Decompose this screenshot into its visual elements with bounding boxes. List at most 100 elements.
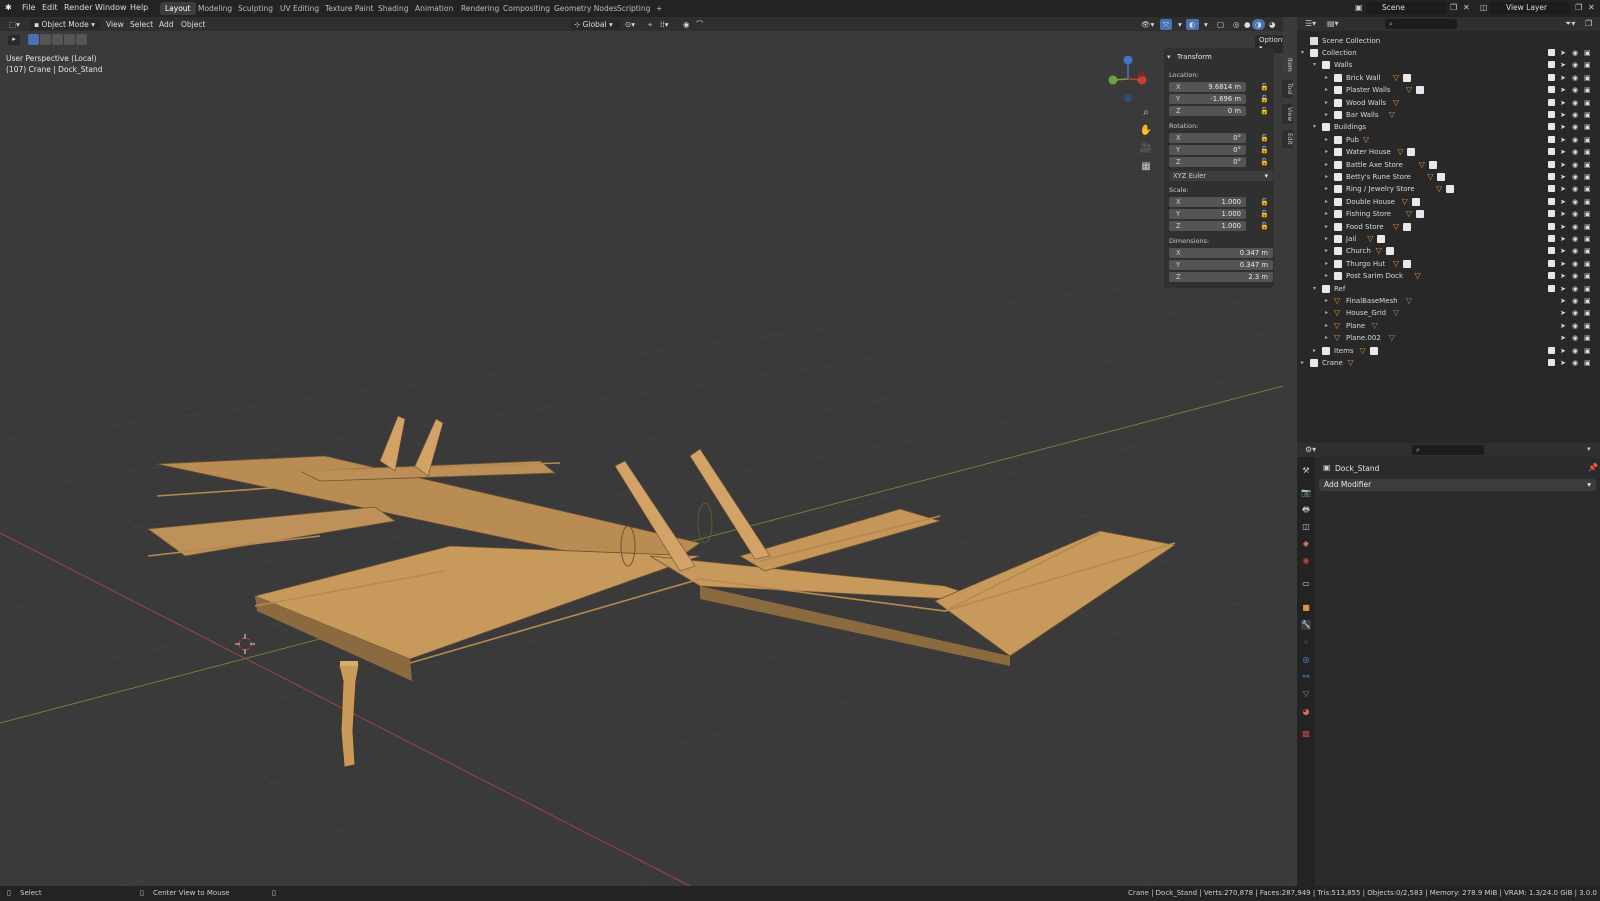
menu-edit[interactable]: Edit [42, 3, 58, 12]
selectable-icon[interactable]: ➤ [1560, 159, 1566, 171]
eye-icon[interactable]: ◉ [1572, 84, 1578, 96]
render-camera-icon[interactable]: ▣ [1584, 47, 1591, 59]
render-camera-icon[interactable]: ▣ [1584, 320, 1591, 332]
modifier-tab-icon[interactable]: 🔧 [1301, 620, 1311, 630]
expand-arrow-icon[interactable]: ▸ [1301, 357, 1304, 369]
eye-icon[interactable]: ◉ [1572, 72, 1578, 84]
pan-hand-icon[interactable]: ✋ [1139, 124, 1153, 138]
render-camera-icon[interactable]: ▣ [1584, 171, 1591, 183]
render-camera-icon[interactable]: ▣ [1584, 121, 1591, 133]
particles-tab-icon[interactable]: ⁘ [1301, 638, 1311, 648]
exclude-checkbox[interactable] [1548, 272, 1555, 280]
view-layer-field[interactable]: View Layer [1490, 2, 1570, 14]
menu-add[interactable]: Add [156, 19, 177, 30]
selectable-icon[interactable]: ➤ [1560, 221, 1566, 233]
expand-arrow-icon[interactable]: ▸ [1313, 345, 1316, 357]
outliner-collection-row[interactable]: ▸ Battle Axe Store ▽ ➤ ◉ ▣ [1297, 159, 1600, 171]
render-camera-icon[interactable]: ▣ [1584, 208, 1591, 220]
render-camera-icon[interactable]: ▣ [1584, 357, 1591, 369]
lock-icon[interactable]: 🔓 [1260, 146, 1269, 154]
exclude-checkbox[interactable] [1548, 222, 1555, 230]
pivot-point-icon[interactable]: ⊙▾ [622, 19, 638, 30]
outliner-collection-row[interactable]: ▸ Church ▽ ➤ ◉ ▣ [1297, 245, 1600, 257]
outliner-collection-row[interactable]: ▾ Ref ➤ ◉ ▣ [1297, 283, 1600, 295]
exclude-checkbox[interactable] [1548, 61, 1555, 69]
render-camera-icon[interactable]: ▣ [1584, 283, 1591, 295]
render-camera-icon[interactable]: ▣ [1584, 72, 1591, 84]
visibility-icon[interactable]: 👁▾ [1138, 19, 1157, 30]
exclude-checkbox[interactable] [1548, 111, 1555, 118]
menu-window[interactable]: Window [95, 3, 127, 12]
eye-icon[interactable]: ◉ [1572, 196, 1578, 208]
lock-icon[interactable]: 🔓 [1260, 210, 1269, 218]
eye-icon[interactable]: ◉ [1572, 233, 1578, 245]
tab-item[interactable]: Item [1282, 55, 1293, 75]
exclude-checkbox[interactable] [1548, 185, 1555, 193]
outliner-collection-row[interactable]: ▸ Bar Walls ▽ ➤ ◉ ▣ [1297, 109, 1600, 121]
selectable-icon[interactable]: ➤ [1560, 283, 1566, 295]
proportional-edit-icon[interactable]: ◉ [680, 19, 693, 30]
shading-material-icon[interactable]: ◑ [1252, 19, 1265, 30]
lock-icon[interactable]: 🔓 [1260, 222, 1269, 230]
constraints-tab-icon[interactable]: ⚯ [1301, 672, 1311, 682]
expand-arrow-icon[interactable]: ▾ [1313, 283, 1316, 295]
display-mode-icon[interactable]: ▤▾ [1327, 19, 1339, 28]
outliner-collection-row[interactable]: ▸ Items ▽ ➤ ◉ ▣ [1297, 345, 1600, 357]
expand-arrow-icon[interactable]: ▸ [1325, 183, 1328, 195]
render-camera-icon[interactable]: ▣ [1584, 159, 1591, 171]
tab-texture-paint[interactable]: Texture Paint [320, 2, 378, 15]
render-camera-icon[interactable]: ▣ [1584, 221, 1591, 233]
object-tab-icon[interactable]: ■ [1301, 603, 1311, 613]
eye-icon[interactable]: ◉ [1572, 245, 1578, 257]
filter-icon[interactable]: ⏷▾ [1565, 19, 1575, 29]
selectable-icon[interactable]: ➤ [1560, 183, 1566, 195]
exclude-checkbox[interactable] [1548, 346, 1555, 354]
dimensions-z-field[interactable]: Z 2.3 m [1169, 272, 1273, 282]
exclude-checkbox[interactable] [1548, 247, 1555, 255]
tab-edit[interactable]: Edit [1282, 130, 1293, 148]
eye-icon[interactable]: ◉ [1572, 159, 1578, 171]
shading-rendered-icon[interactable]: ◕ [1266, 19, 1279, 30]
dimensions-y-field[interactable]: Y 0.347 m [1169, 260, 1273, 270]
view-layer-icon[interactable]: ◫ [1480, 3, 1488, 12]
expand-arrow-icon[interactable]: ▸ [1325, 97, 1328, 109]
data-tab-icon[interactable]: ▽ [1301, 689, 1311, 699]
scene-name-field[interactable]: Scene [1366, 2, 1446, 14]
outliner-collection-row[interactable]: ▸ Thurgo Hut ▽ ➤ ◉ ▣ [1297, 258, 1600, 270]
outliner-object-row[interactable]: ▸ ▽ House_Grid ▽ ➤ ◉ ▣ [1297, 307, 1600, 319]
selectable-icon[interactable]: ➤ [1560, 345, 1566, 357]
overlays-dropdown-icon[interactable]: ▾ [1201, 19, 1211, 30]
eye-icon[interactable]: ◉ [1572, 357, 1578, 369]
eye-icon[interactable]: ◉ [1572, 171, 1578, 183]
selectable-icon[interactable]: ➤ [1560, 146, 1566, 158]
eye-icon[interactable]: ◉ [1572, 283, 1578, 295]
editor-type-icon[interactable]: ⚙▾ [1305, 445, 1316, 454]
tab-tool[interactable]: Tool [1282, 80, 1293, 98]
menu-render[interactable]: Render [64, 3, 92, 12]
outliner-object-row[interactable]: ▸ ▽ Plane ▽ ➤ ◉ ▣ [1297, 320, 1600, 332]
render-camera-icon[interactable]: ▣ [1584, 109, 1591, 121]
select-invert-icon[interactable] [64, 34, 75, 45]
camera-view-icon[interactable]: 🎥 [1139, 142, 1153, 156]
lock-icon[interactable]: 🔓 [1260, 158, 1269, 166]
menu-file[interactable]: File [22, 3, 35, 12]
overlays-toggle-icon[interactable]: ◐ [1186, 19, 1199, 30]
eye-icon[interactable]: ◉ [1572, 270, 1578, 282]
outliner-collection-row[interactable]: ▸ Food Store ▽ ➤ ◉ ▣ [1297, 221, 1600, 233]
render-camera-icon[interactable]: ▣ [1584, 59, 1591, 71]
mode-dropdown[interactable]: ▪ Object Mode ▾ [30, 19, 100, 30]
exclude-checkbox[interactable] [1548, 173, 1555, 180]
3d-cursor[interactable] [235, 634, 255, 654]
chevron-down-icon[interactable]: ▾ [1587, 445, 1591, 453]
expand-arrow-icon[interactable]: ▸ [1325, 134, 1328, 146]
expand-arrow-icon[interactable]: ▸ [1325, 221, 1328, 233]
selectable-icon[interactable]: ➤ [1560, 307, 1566, 319]
render-camera-icon[interactable]: ▣ [1584, 258, 1591, 270]
view-layer-tab-icon[interactable]: ◫ [1301, 522, 1311, 532]
exclude-checkbox[interactable] [1548, 135, 1555, 143]
editor-type-icon[interactable]: ☰▾ [1305, 19, 1316, 28]
expand-arrow-icon[interactable]: ▾ [1301, 47, 1304, 59]
expand-arrow-icon[interactable]: ▾ [1313, 121, 1316, 133]
exclude-checkbox[interactable] [1548, 284, 1555, 292]
transform-orientation-dropdown[interactable]: ⊹ Global ▾ [570, 19, 620, 30]
